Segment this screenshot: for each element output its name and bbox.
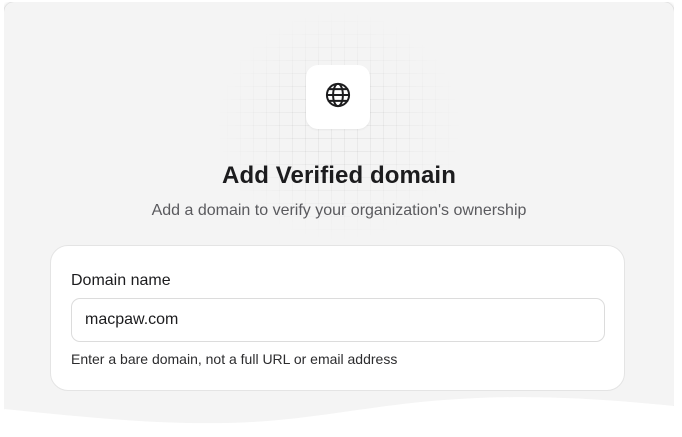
globe-icon — [324, 81, 352, 114]
domain-name-hint: Enter a bare domain, not a full URL or e… — [71, 351, 398, 367]
domain-name-input[interactable] — [71, 298, 605, 342]
domain-name-label: Domain name — [71, 272, 171, 289]
domain-icon-tile — [306, 65, 370, 129]
dialog-subtitle: Add a domain to verify your organization… — [151, 202, 527, 219]
dialog-sheet: Add Verified domain Add a domain to veri… — [4, 2, 674, 428]
domain-form-card: Domain name Enter a bare domain, not a f… — [50, 245, 625, 391]
dialog-title: Add Verified domain — [222, 162, 456, 189]
screenshot-canvas: Add Verified domain Add a domain to veri… — [0, 0, 682, 437]
